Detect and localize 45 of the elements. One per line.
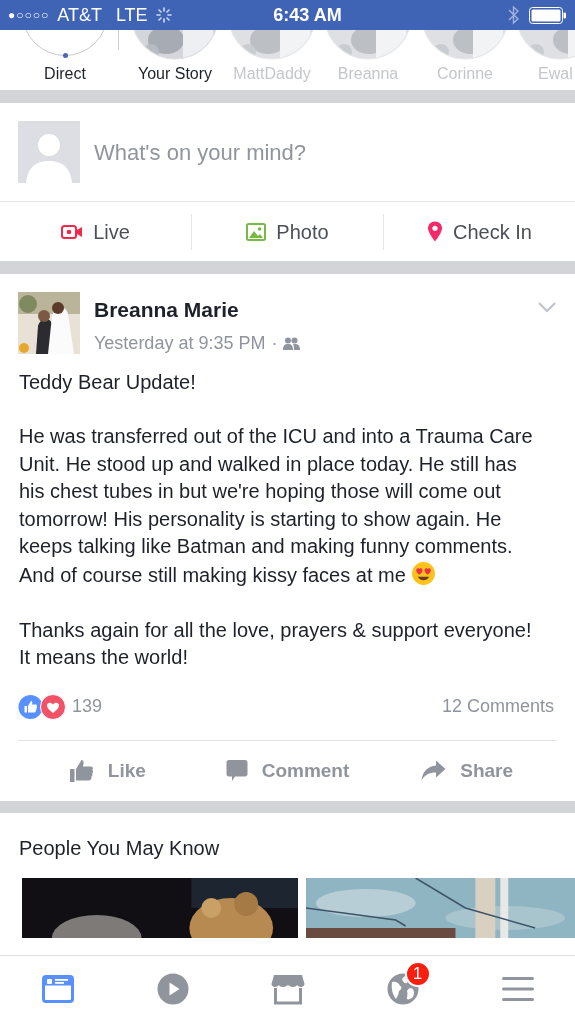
storefront-icon [270,973,305,1005]
post-text: Teddy Bear Update! [19,369,197,395]
photo-button[interactable]: Photo [192,202,383,261]
news-feed-icon [41,975,74,1003]
play-icon [156,973,189,1005]
chevron-down-icon[interactable] [538,302,556,313]
location-pin-icon [427,221,444,242]
author-name[interactable]: Breanna Marie [94,294,301,326]
menu-icon [501,976,534,1002]
video-camera-icon [61,223,84,240]
signal-strength: ●○○○○ [8,7,50,24]
avatar-silhouette-icon [18,121,80,183]
thumbs-up-icon [69,758,94,783]
section-title: People You May Know [18,835,221,861]
notification-badge: 1 [404,961,431,987]
network-type: LTE [115,3,148,27]
post-text: He was transferred out of the ICU and into a Trauma Care Unit. He stood up and walked in place today. He still has his chest tubes in but we're hoping those will come out tomorrow! His personality is starting to show again. He keeps talking like Batman and making funny comments. And of course still making kissy faces at me [19,424,534,589]
heart-eyes-emoji-icon [411,561,437,587]
story-label[interactable]: Ewal [538,62,573,86]
separator-dot: · [271,331,278,355]
notifications-tab[interactable]: 1 [345,956,460,1022]
story-label[interactable]: Your Story [125,62,225,86]
story-label[interactable]: Direct [15,62,115,86]
photo-icon [246,222,267,241]
friends-icon [283,336,301,350]
comment-button[interactable]: Comment [197,747,378,794]
checkin-button[interactable]: Check In [384,202,575,261]
share-arrow-icon [421,760,447,782]
bluetooth-icon [508,5,519,25]
live-button[interactable]: Live [0,202,191,261]
speech-bubble-icon [225,759,248,783]
clock: 6:43 AM [273,3,342,27]
like-reaction-icon [18,693,44,720]
carrier-name: AT&T [57,3,102,27]
share-button[interactable]: Share [377,747,557,794]
comments-link[interactable]: 12 Comments [441,693,554,721]
story-label[interactable]: Corinne [415,62,515,86]
post-time[interactable]: Yesterday at 9:35 PM [94,329,266,357]
battery-icon [529,6,567,24]
status-input-field[interactable]: What's on your mind? [94,135,557,169]
post-text: Thanks again for all the love, prayers & support everyone! It means the world! [19,617,533,671]
like-button[interactable]: Like [18,747,198,794]
loading-icon [155,7,172,23]
love-reaction-icon [40,693,66,720]
reaction-count[interactable]: 139 [72,693,103,721]
